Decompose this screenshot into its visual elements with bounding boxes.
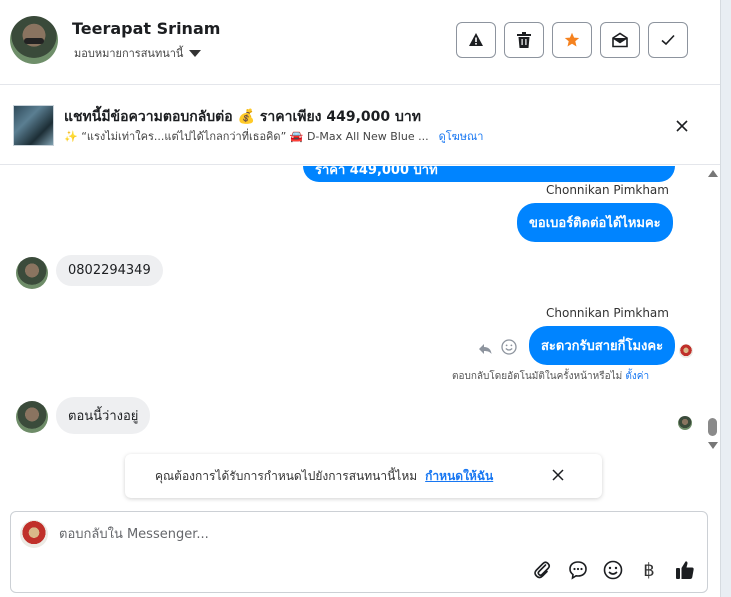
ad-title: แชทนี้มีข้อความตอบกลับต่อ 💰 ราคาเพียง 44… [64, 109, 422, 125]
caret-down-icon [189, 49, 202, 57]
ad-context-banner: แชทนี้มีข้อความตอบกลับต่อ 💰 ราคาเพียง 44… [0, 85, 720, 165]
outgoing-message-partial: ราคา 449,000 บาท [303, 166, 675, 182]
assign-prompt-toast: คุณต้องการได้รับการกำหนดไปยังการสนทนานี้… [125, 454, 602, 498]
reply-icon[interactable] [478, 340, 492, 359]
ad-subtitle-row: ✨ “แรงไม่เท่าใคร...แต่ไปได้ไกลกว่าที่เธอ… [64, 127, 483, 145]
message-scrollbar[interactable] [705, 166, 720, 456]
delete-button[interactable] [504, 22, 544, 58]
auto-reply-prompt: ตอบกลับโดยอัตโนมัติในครั้งหน้าหรือไม่ ตั… [452, 369, 649, 384]
incoming-message: ตอนนี้ว่างอยู่ [56, 397, 151, 434]
scroll-thumb[interactable] [708, 418, 717, 436]
outgoing-message: สะดวกรับสายกี่โมงคะ [529, 326, 676, 365]
scroll-up-arrow[interactable] [708, 170, 718, 177]
close-icon [552, 469, 564, 481]
sender-name: Chonnikan Pimkham [546, 183, 669, 197]
emoji-icon [603, 560, 623, 580]
reply-input[interactable] [59, 524, 559, 544]
page-avatar [20, 520, 48, 548]
view-ad-link[interactable]: ดูโฆษณา [439, 127, 484, 145]
assign-conversation-dropdown[interactable]: มอบหมายการสนทนานี้ [74, 44, 202, 62]
trash-icon [517, 32, 531, 48]
spam-button[interactable] [456, 22, 496, 58]
toast-close-button[interactable] [552, 466, 564, 485]
reply-composer: ฿ [10, 511, 708, 593]
warning-icon [469, 33, 483, 46]
attach-file-button[interactable] [530, 558, 554, 582]
check-icon [661, 34, 675, 46]
mark-unread-button[interactable] [600, 22, 640, 58]
thumbs-up-icon [676, 561, 694, 579]
ad-subtitle: ✨ “แรงไม่เท่าใคร...แต่ไปได้ไกลกว่าที่เธอ… [64, 130, 429, 143]
saved-replies-button[interactable] [566, 558, 590, 582]
auto-reply-settings-link[interactable]: ตั้งค่า [625, 371, 649, 382]
close-icon [676, 120, 688, 132]
mark-done-button[interactable] [648, 22, 688, 58]
assign-to-me-link[interactable]: กำหนดให้ฉัน [425, 467, 493, 486]
right-edge-rail [720, 0, 731, 597]
paperclip-icon [534, 561, 551, 579]
assign-prompt-text: คุณต้องการได้รับการกำหนดไปยังการสนทนานี้… [155, 468, 418, 483]
react-emoji-icon[interactable] [501, 339, 517, 359]
messenger-conversation-panel: Teerapat Srinam มอบหมายการสนทนานี้ แชทนี… [0, 0, 731, 597]
message-list[interactable]: ราคา 449,000 บาท Chonnikan Pimkham ขอเบอ… [0, 166, 705, 455]
ad-thumbnail[interactable] [13, 105, 54, 146]
payment-button[interactable]: ฿ [637, 558, 661, 582]
contact-avatar[interactable] [10, 16, 58, 64]
baht-icon: ฿ [643, 559, 655, 581]
envelope-open-icon [612, 32, 628, 48]
scroll-down-arrow[interactable] [708, 442, 718, 449]
outgoing-message: ขอเบอร์ติดต่อได้ไหมคะ [517, 203, 673, 242]
read-receipt-avatar [678, 416, 692, 430]
conversation-header: Teerapat Srinam มอบหมายการสนทนานี้ [0, 0, 720, 85]
sender-name: Chonnikan Pimkham [546, 306, 669, 320]
incoming-message: 0802294349 [56, 255, 163, 286]
seen-avatar [679, 344, 693, 358]
contact-name[interactable]: Teerapat Srinam [72, 19, 220, 38]
star-button[interactable] [552, 22, 592, 58]
emoji-button[interactable] [601, 558, 625, 582]
assign-label: มอบหมายการสนทนานี้ [74, 47, 184, 60]
star-icon [564, 32, 580, 47]
contact-avatar-small [16, 257, 48, 289]
auto-reply-text: ตอบกลับโดยอัตโนมัติในครั้งหน้าหรือไม่ [452, 371, 623, 382]
contact-avatar-small [16, 401, 48, 433]
chat-bubble-icon [569, 561, 587, 580]
send-like-button[interactable] [673, 558, 697, 582]
close-banner-button[interactable] [676, 116, 688, 137]
